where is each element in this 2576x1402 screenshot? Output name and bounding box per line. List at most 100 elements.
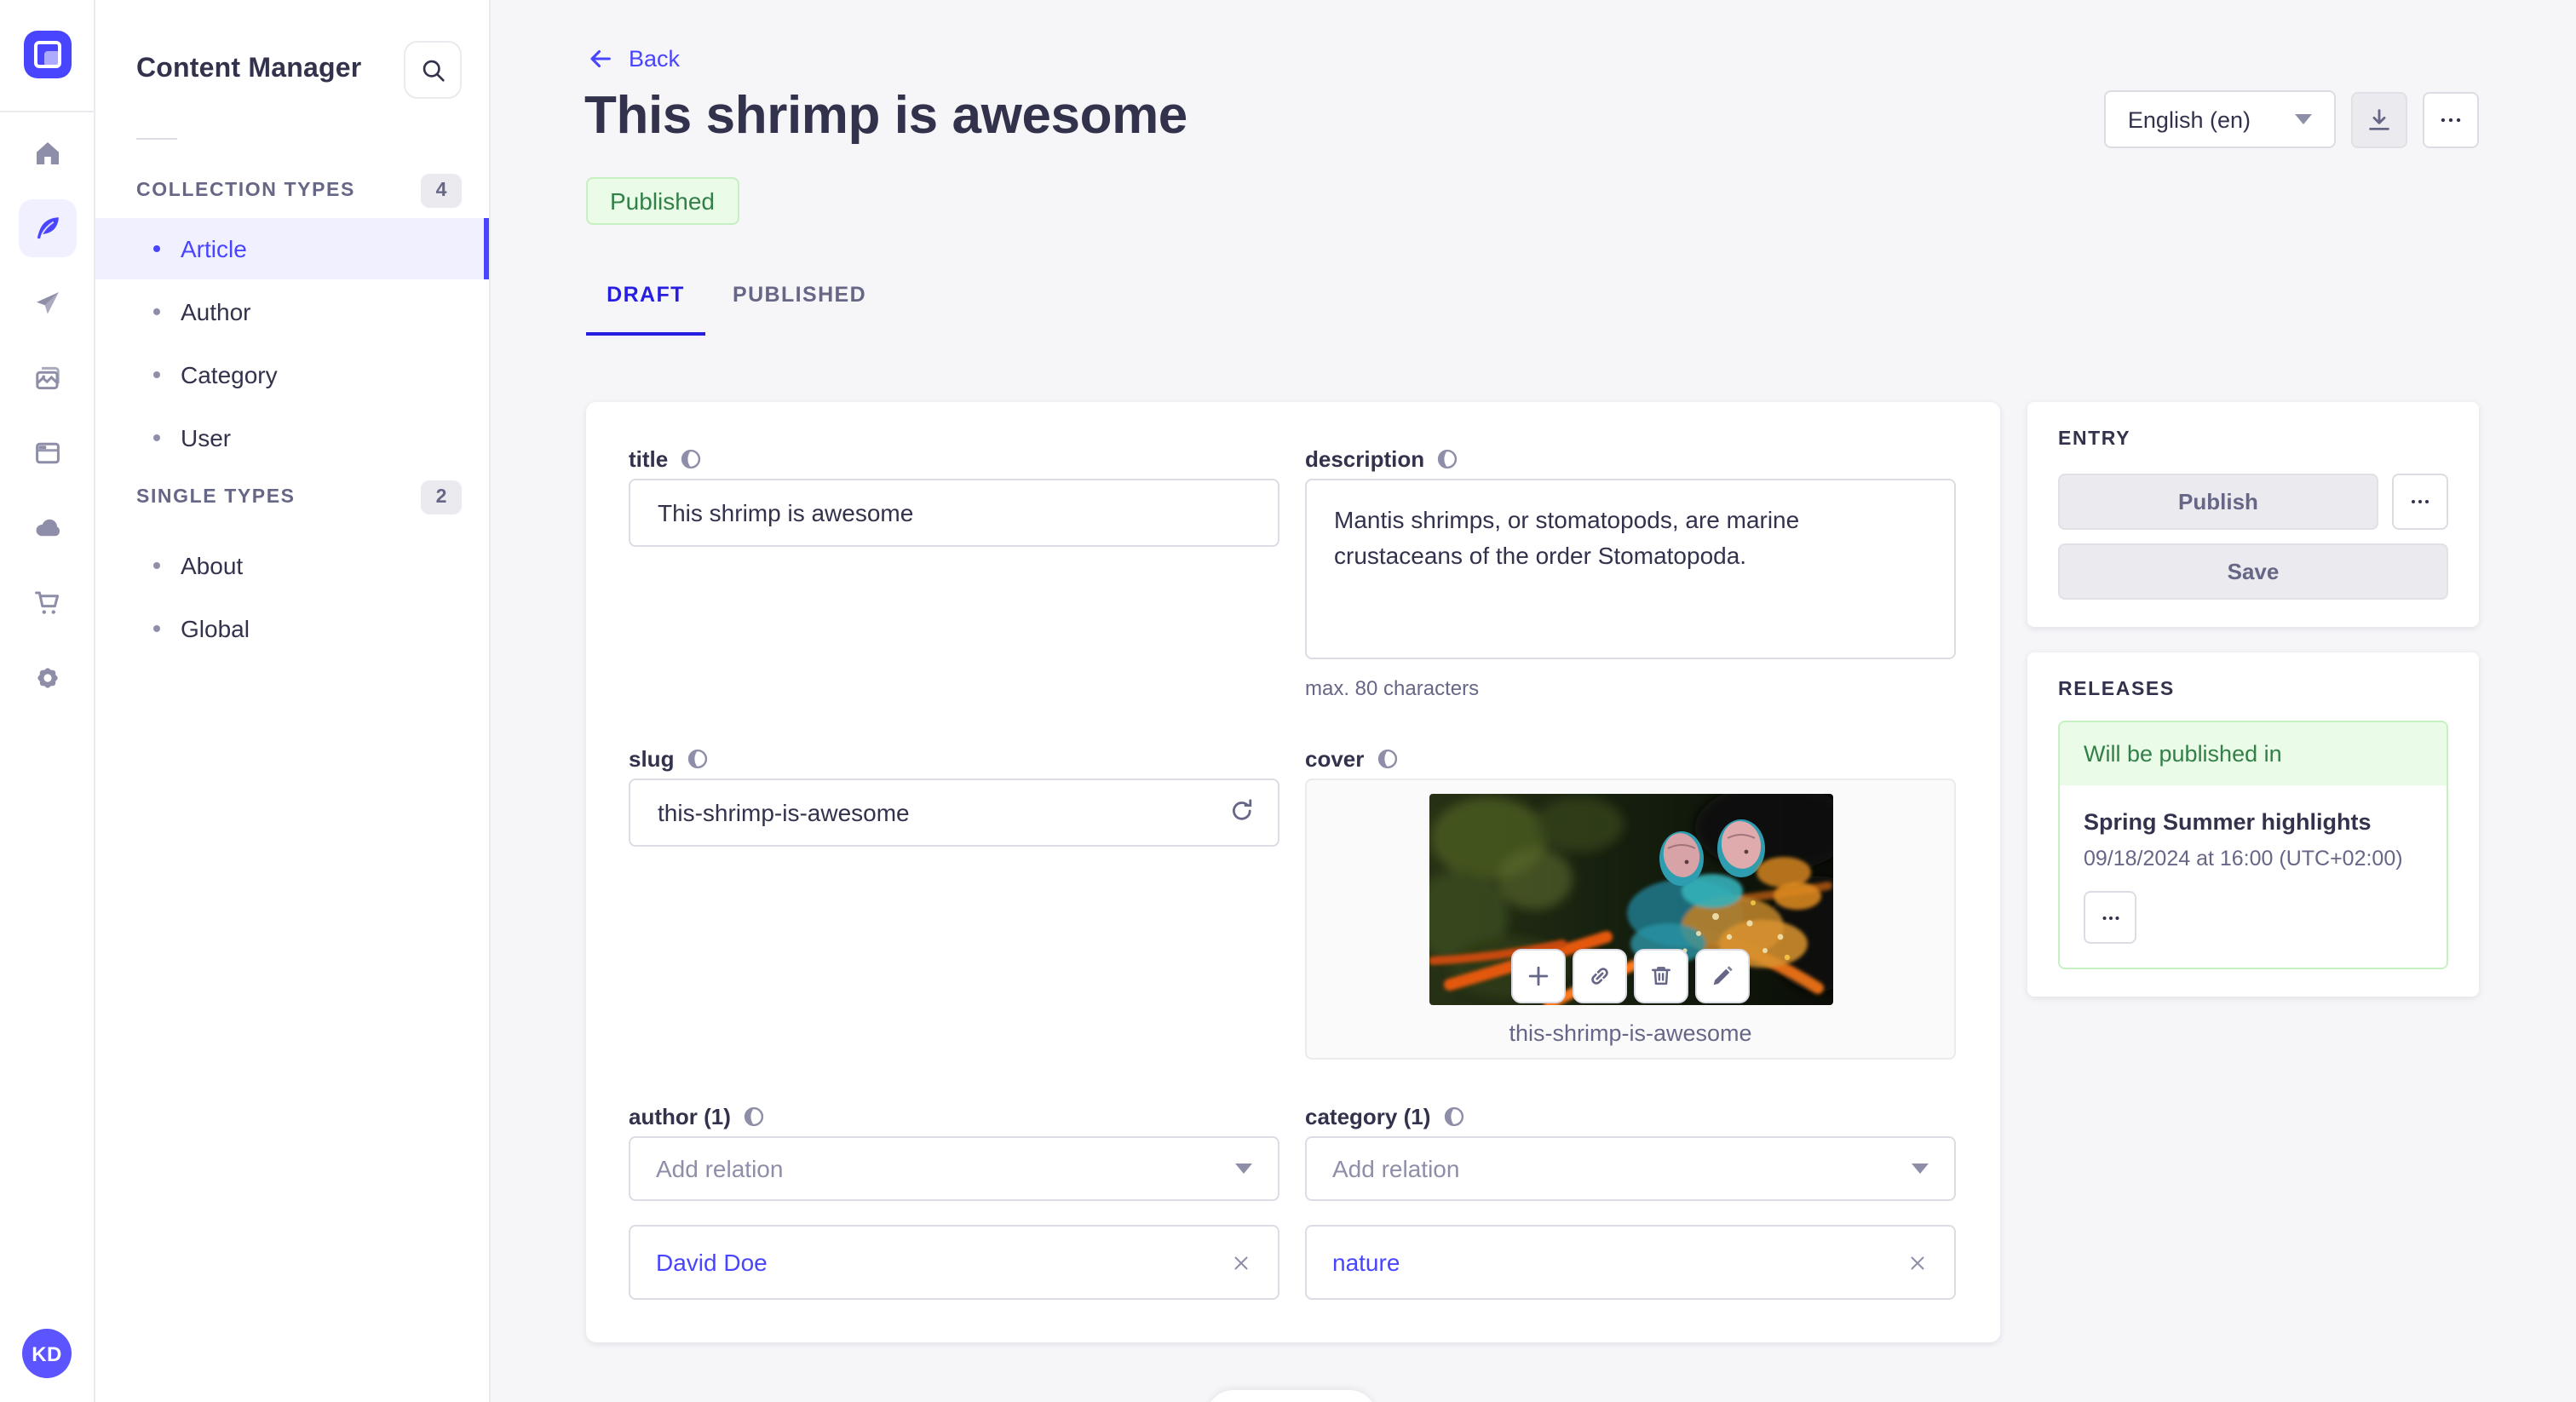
regenerate-slug-icon[interactable] [1227,796,1257,826]
i18n-globe-icon [686,748,708,770]
pencil-icon [1709,962,1736,990]
right-panel: ENTRY Publish Save RELEASES Will be publ… [2027,402,2479,997]
cover-media-card: this-shrimp-is-awesome [1305,779,1956,1060]
export-button[interactable] [2351,91,2407,147]
cover-filename: this-shrimp-is-awesome [1509,1020,1752,1046]
sidebar-item-author[interactable]: Author [95,281,489,342]
link-icon [1586,962,1613,990]
remove-relation-icon[interactable] [1230,1251,1252,1273]
bullet-dot [153,308,160,315]
sidebar-item-label: Author [181,298,251,325]
description-textarea[interactable]: Mantis shrimps, or stomatopods, are mari… [1305,479,1956,659]
bullet-dot [153,371,160,378]
slug-input[interactable] [629,779,1279,847]
field-author: author (1) Add relation David Doe [629,1104,1279,1342]
deploy-cloud-icon[interactable] [18,499,76,557]
releases-panel: RELEASES Will be published in Spring Sum… [2027,652,2479,997]
description-hint: max. 80 characters [1305,676,1480,700]
sidebar-item-about[interactable]: About [95,535,489,596]
i18n-globe-icon [743,1106,765,1128]
author-relation-select[interactable]: Add relation [629,1136,1279,1201]
relation-link[interactable]: David Doe [656,1249,768,1276]
locale-select[interactable]: English (en) [2103,90,2336,148]
release-more-button[interactable] [2084,891,2136,944]
category-select-placeholder: Add relation [1332,1155,1460,1182]
delete-media-button[interactable] [1634,949,1688,1003]
content-type-builder-icon[interactable] [18,424,76,482]
release-datetime: 09/18/2024 at 16:00 (UTC+02:00) [2084,847,2403,871]
main-nav-rail: KD [0,0,95,1402]
sidebar-item-label: Article [181,235,247,262]
more-dots-icon [2436,105,2465,134]
i18n-globe-icon [1376,748,1398,770]
bullet-dot [153,562,160,569]
strapi-logo-glyph-accent [44,51,60,66]
field-cover: cover this-shrimp-is-awesome [1305,746,1956,1104]
add-media-button[interactable] [1511,949,1566,1003]
subnav-divider [136,138,177,140]
rail-divider [0,111,94,112]
header-more-button[interactable] [2423,91,2479,147]
section-single-types: SINGLE TYPES 2 About Global [95,477,489,661]
home-icon[interactable] [18,124,76,182]
entry-heading: ENTRY [2058,429,2131,450]
sidebar-item-user[interactable]: User [95,407,489,468]
chevron-down-icon [1235,1164,1252,1174]
tab-published[interactable]: PUBLISHED [733,283,866,336]
field-category-label: category (1) [1305,1104,1431,1129]
search-button[interactable] [404,41,462,99]
more-dots-icon [2407,489,2433,514]
section-label: SINGLE TYPES [136,487,296,508]
category-relation-select[interactable]: Add relation [1305,1136,1956,1201]
field-category: category (1) Add relation nature [1305,1104,1956,1342]
i18n-globe-icon [1436,448,1458,470]
cover-actions [1307,949,1954,1003]
copy-link-button[interactable] [1573,949,1627,1003]
releases-icon[interactable] [18,274,76,332]
author-select-placeholder: Add relation [656,1155,784,1182]
user-avatar[interactable]: KD [22,1329,72,1378]
release-status: Will be published in [2060,722,2447,785]
relation-link[interactable]: nature [1332,1249,1400,1276]
sidebar-item-label: Global [181,615,250,642]
content-manager-icon[interactable] [18,199,76,257]
entry-more-button[interactable] [2392,474,2448,530]
title-input[interactable] [629,479,1279,547]
settings-gear-icon[interactable] [18,649,76,707]
sidebar-item-label: About [181,552,244,579]
edit-media-button[interactable] [1695,949,1750,1003]
i18n-globe-icon [1442,1106,1464,1128]
header-actions: English (en) [2103,90,2479,148]
sidebar-item-label: User [181,424,232,451]
remove-relation-icon[interactable] [1906,1251,1929,1273]
tab-draft[interactable]: DRAFT [586,283,705,336]
field-description: description Mantis shrimps, or stomatopo… [1305,446,1956,746]
trash-icon [1647,962,1675,990]
entry-panel: ENTRY Publish Save [2027,402,2479,627]
sidebar-item-label: Category [181,361,278,388]
marketplace-cart-icon[interactable] [18,574,76,632]
bullet-dot [153,625,160,632]
subnav-title: Content Manager [136,55,362,83]
field-author-label: author (1) [629,1104,731,1129]
sidebar-item-article[interactable]: Article [95,218,489,279]
publish-button[interactable]: Publish [2058,474,2378,530]
back-link[interactable]: Back [586,44,680,73]
version-tabs: DRAFT PUBLISHED [586,283,866,336]
locale-value: English (en) [2127,106,2251,132]
app-window: KD Content Manager COLLECTION TYPES 4 Ar… [0,0,2576,1402]
save-button[interactable]: Save [2058,543,2448,600]
field-title-label: title [629,446,669,472]
back-label: Back [629,46,681,72]
sidebar-item-global[interactable]: Global [95,598,489,659]
download-icon [2365,105,2394,134]
main-content: Back This shrimp is awesome Published En… [489,0,2576,1402]
chevron-down-icon [1912,1164,1929,1174]
sidebar-item-category[interactable]: Category [95,344,489,405]
field-description-label: description [1305,446,1425,472]
media-library-icon[interactable] [18,349,76,407]
strapi-logo[interactable] [24,31,72,78]
field-cover-label: cover [1305,746,1365,772]
chevron-down-icon [2295,114,2312,124]
section-label: COLLECTION TYPES [136,181,355,201]
